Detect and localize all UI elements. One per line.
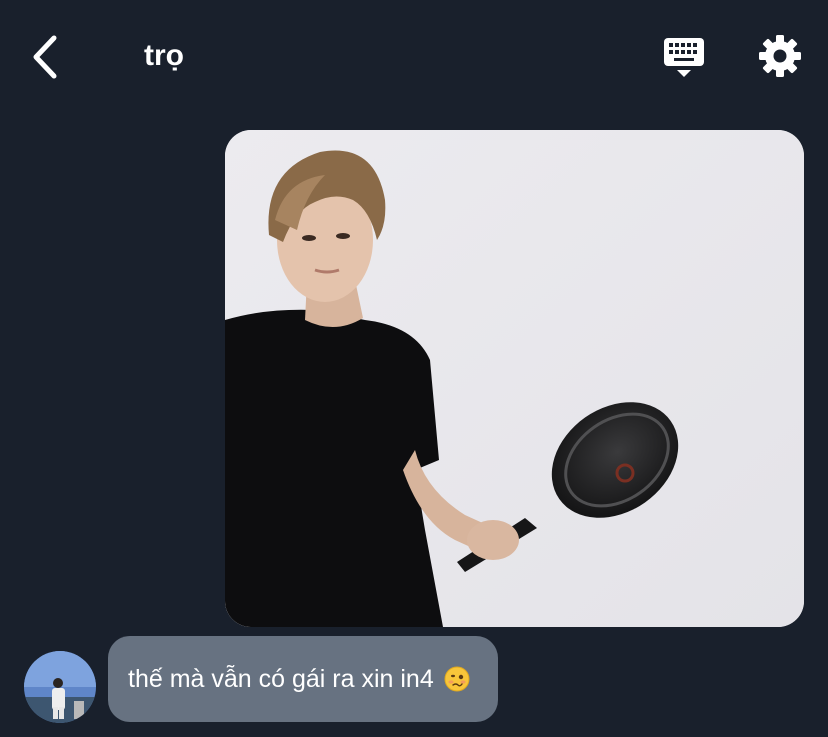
- chat-title: trọ: [144, 39, 184, 72]
- woozy-face-emoji-icon: [444, 666, 470, 692]
- back-button[interactable]: [24, 32, 68, 82]
- chevron-left-icon: [33, 35, 57, 79]
- chat-screen: trọ thế mà vẫn có gái ra xin in4: [0, 0, 828, 737]
- chat-header: trọ: [0, 0, 828, 112]
- keyboard-button[interactable]: [660, 36, 708, 80]
- keyboard-icon: [664, 38, 704, 77]
- gear-icon: [759, 35, 801, 77]
- incoming-message-bubble[interactable]: thế mà vẫn có gái ra xin in4: [108, 636, 498, 722]
- person-holding-frying-pan-image: [225, 130, 804, 627]
- message-text: thế mà vẫn có gái ra xin in4: [128, 664, 434, 693]
- photo-message[interactable]: [225, 130, 804, 627]
- avatar[interactable]: [24, 651, 96, 723]
- settings-button[interactable]: [756, 32, 804, 80]
- avatar-image: [24, 651, 96, 723]
